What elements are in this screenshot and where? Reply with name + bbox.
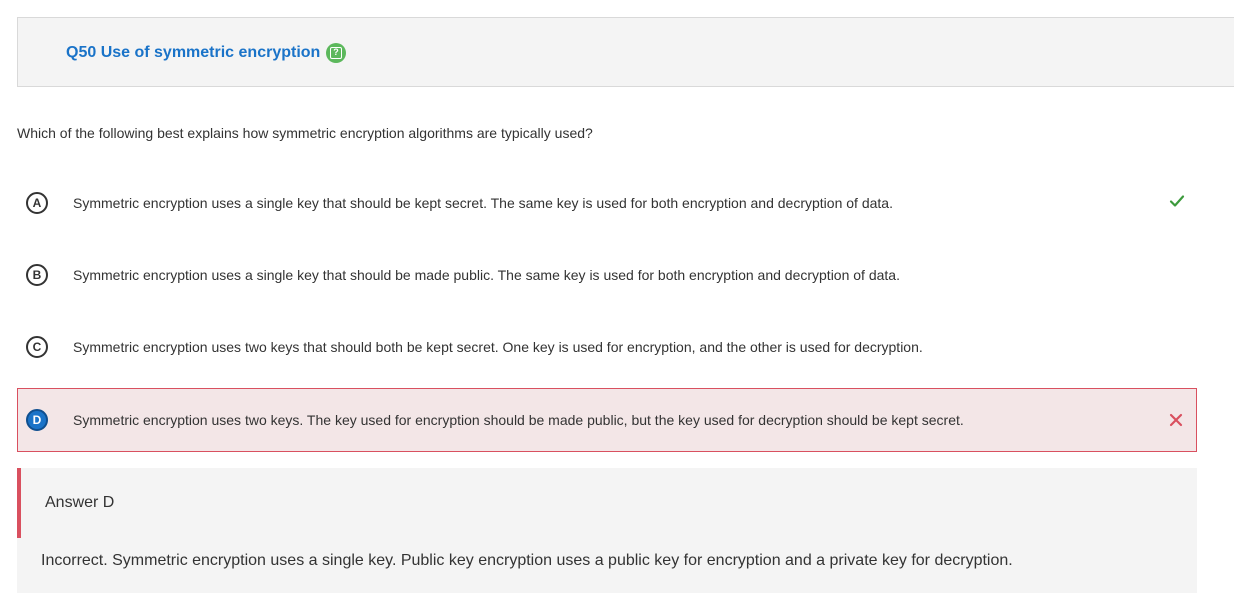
question-header: Q50 Use of symmetric encryption ?	[17, 17, 1234, 87]
question-title: Q50 Use of symmetric encryption	[66, 44, 321, 61]
answer-explanation: Incorrect. Symmetric encryption uses a s…	[41, 552, 1013, 569]
option-d-badge[interactable]: D	[26, 409, 48, 431]
check-icon	[1169, 195, 1185, 207]
option-d[interactable]: D Symmetric encryption uses two keys. Th…	[17, 388, 1197, 452]
option-b-badge[interactable]: B	[26, 264, 48, 286]
question-prompt: Which of the following best explains how…	[17, 125, 593, 141]
incorrect-indicator-bar	[17, 468, 21, 538]
x-icon	[1169, 413, 1183, 427]
option-c[interactable]: C Symmetric encryption uses two keys tha…	[17, 315, 1197, 379]
option-a-badge[interactable]: A	[26, 192, 48, 214]
option-c-badge[interactable]: C	[26, 336, 48, 358]
answer-label: Answer D	[45, 494, 115, 511]
option-a[interactable]: A Symmetric encryption uses a single key…	[17, 171, 1197, 235]
option-b-text: Symmetric encryption uses a single key t…	[73, 267, 900, 283]
help-question-icon[interactable]: ?	[326, 43, 346, 63]
option-d-text: Symmetric encryption uses two keys. The …	[73, 412, 964, 428]
answer-feedback-panel: Answer D Incorrect. Symmetric encryption…	[17, 468, 1197, 593]
option-b[interactable]: B Symmetric encryption uses a single key…	[17, 243, 1197, 307]
option-c-text: Symmetric encryption uses two keys that …	[73, 339, 923, 355]
option-a-text: Symmetric encryption uses a single key t…	[73, 195, 893, 211]
